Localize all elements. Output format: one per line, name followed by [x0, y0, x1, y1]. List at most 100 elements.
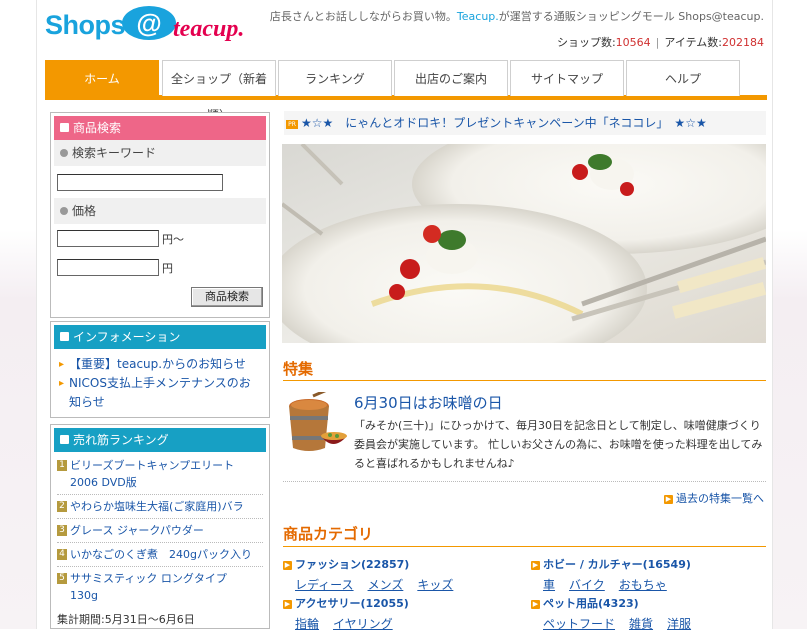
plus-icon [60, 435, 69, 444]
ranking-item[interactable]: 4 いかなごのくぎ煮 240gパック入り [57, 543, 263, 567]
yen-from-label: 円〜 [162, 233, 184, 246]
plus-icon [60, 149, 68, 157]
ranking-period: 集計期間:5月31日〜6月6日 [57, 613, 195, 626]
past-tokushu-link[interactable]: ▶ 過去の特集一覧へ [664, 490, 764, 506]
rank-number-badge: 3 [57, 525, 67, 536]
counts-line: ショップ数:10564 | アイテム数:202184 [557, 34, 764, 50]
ranking-item[interactable]: 5 ササミスティック ロングタイプ 130g [57, 567, 263, 607]
info-item[interactable]: NICOS支払上手メンテナンスのお知らせ [59, 374, 261, 412]
subcategory-link[interactable]: おもちゃ [619, 578, 667, 592]
ranking-item-label: いかなごのくぎ煮 240gパック入り [70, 548, 252, 561]
category-hobby: ▶ ホビー / カルチャー(16549) 車バイク おもちゃ [531, 556, 691, 593]
tagline: 店長さんとお話ししながらお買い物。Teacup.が運営する通販ショッピングモール… [270, 8, 764, 24]
search-box-header: 商品検索 [54, 116, 266, 140]
subcategory-list: レディース メンズ キッズ [283, 576, 467, 593]
item-count-label: アイテム数: [664, 36, 722, 49]
price-label: 価格 [72, 204, 97, 218]
category-pet: ▶ ペット用品(4323) ペットフード 雑貨 洋服 [531, 595, 705, 632]
info-list: 【重要】teacup.からのお知らせ NICOS支払上手メンテナンスのお知らせ [51, 349, 269, 412]
product-search-button[interactable]: 商品検索 [191, 287, 263, 307]
subcategory-list: 指輪 イヤリング [283, 615, 409, 632]
info-item[interactable]: 【重要】teacup.からのお知らせ [59, 355, 261, 374]
tokushu-dotted-divider [283, 481, 766, 482]
tab-all-shops[interactable]: 全ショップ（新着順） [162, 60, 276, 122]
tab-help[interactable]: ヘルプ [626, 60, 740, 96]
logo-shops-text: Shops [45, 10, 126, 40]
count-separator: | [655, 36, 660, 49]
tagline-post: が運営する通販ショッピングモール Shops@teacup. [498, 10, 764, 23]
tab-shop-guide[interactable]: 出店のご案内 [394, 60, 508, 96]
ranking-item-label: ササミスティック ロングタイプ 130g [70, 572, 238, 602]
plus-icon [60, 332, 69, 341]
category-link[interactable]: ホビー / カルチャー(16549) [543, 558, 691, 571]
arrow-right-icon: ▶ [531, 600, 540, 609]
tagline-pre: 店長さんとお話ししながらお買い物。 [269, 10, 457, 23]
arrow-right-icon: ▶ [283, 600, 292, 609]
ranking-box-title: 売れ筋ランキング [73, 433, 169, 447]
ranking-item-label: やわらか塩味生大福(ご家庭用)バラ [70, 500, 244, 513]
shop-count: 10564 [615, 36, 651, 49]
arrow-right-icon: ▶ [531, 561, 540, 570]
rank-number-badge: 5 [57, 573, 67, 584]
price-min-input[interactable] [57, 230, 159, 247]
ranking-item-label: ビリーズブートキャンプエリート 2006 DVD版 [70, 459, 235, 489]
logo-at-mark: @ [122, 6, 176, 40]
subcategory-link[interactable]: キッズ [417, 578, 453, 592]
categories-heading: 商品カテゴリ [283, 525, 374, 543]
ranking-list: 1 ビリーズブートキャンプエリート 2006 DVD版 2 やわらか塩味生大福(ご家… [51, 452, 269, 607]
pr-campaign-link[interactable]: PR ★☆★ にゃんとオドロキ！プレゼントキャンペーン中「ネココレ」 ★☆★ [284, 111, 766, 135]
tab-sitemap[interactable]: サイトマップ [510, 60, 624, 96]
tokushu-description: 「みそか(三十)」にひっかけて、毎月30日を記念日として制定し、味噌健康づくり委… [354, 419, 763, 470]
ranking-item[interactable]: 2 やわらか塩味生大福(ご家庭用)バラ [57, 495, 263, 519]
price-subheader: 価格 [54, 198, 266, 224]
product-search-box: 商品検索 検索キーワード 価格 円〜 円 商品検索 [50, 112, 270, 318]
plus-icon [60, 123, 69, 132]
subcategory-link[interactable]: バイク [569, 578, 605, 592]
keyword-subheader: 検索キーワード [54, 140, 266, 166]
arrow-right-icon: ▶ [283, 561, 292, 570]
category-accessory: ▶ アクセサリー(12055) 指輪 イヤリング [283, 595, 409, 632]
arrow-right-icon: ▶ [664, 495, 673, 504]
info-box: インフォメーション 【重要】teacup.からのお知らせ NICOS支払上手メン… [50, 321, 270, 418]
category-fashion: ▶ ファッション(22857) レディース メンズ キッズ [283, 556, 467, 593]
tab-home[interactable]: ホーム [45, 60, 159, 96]
category-link[interactable]: アクセサリー(12055) [295, 597, 409, 610]
subcategory-link[interactable]: 車 [543, 578, 555, 592]
plus-icon [60, 207, 68, 215]
ranking-item-label: グレース ジャークパウダー [70, 524, 204, 537]
search-box-title: 商品検索 [73, 121, 122, 135]
miso-barrel-icon [283, 388, 349, 458]
rank-number-badge: 4 [57, 549, 67, 560]
main-nav: ホーム 全ショップ（新着順） ランキング 出店のご案内 サイトマップ ヘルプ [45, 60, 767, 122]
category-link[interactable]: ペット用品(4323) [543, 597, 639, 610]
rank-number-badge: 1 [57, 460, 67, 471]
price-max-input[interactable] [57, 259, 159, 276]
tokushu-title-link[interactable]: 6月30日はお味噌の日 [354, 392, 503, 413]
pr-badge-icon: PR [286, 120, 298, 129]
keyword-input[interactable] [57, 174, 223, 191]
subcategory-list: ペットフード 雑貨 洋服 [531, 615, 705, 632]
rank-number-badge: 2 [57, 501, 67, 512]
shops-teacup-logo[interactable]: Shops @ teacup. [45, 6, 265, 46]
info-box-title: インフォメーション [73, 330, 181, 344]
past-tokushu-label: 過去の特集一覧へ [676, 492, 764, 505]
hero-food-photo[interactable] [282, 144, 766, 343]
ranking-box-header: 売れ筋ランキング [54, 428, 266, 452]
food-plates-illustration [282, 144, 766, 343]
ranking-item[interactable]: 1 ビリーズブートキャンプエリート 2006 DVD版 [57, 454, 263, 495]
item-count: 202184 [722, 36, 764, 49]
tagline-brand-link[interactable]: Teacup. [457, 10, 499, 23]
ranking-item[interactable]: 3 グレース ジャークパウダー [57, 519, 263, 543]
page-container: Shops @ teacup. 店長さんとお話ししながらお買い物。Teacup.… [36, 0, 773, 632]
tab-ranking[interactable]: ランキング [278, 60, 392, 96]
ranking-box: 売れ筋ランキング 1 ビリーズブートキャンプエリート 2006 DVD版 2 やわら… [50, 424, 270, 629]
subcategory-link[interactable]: メンズ [368, 578, 404, 592]
category-link[interactable]: ファッション(22857) [295, 558, 409, 571]
logo-teacup-text: teacup. [173, 16, 245, 42]
subcategory-link[interactable]: レディース [295, 578, 354, 592]
subcategory-list: 車バイク おもちゃ [531, 576, 691, 593]
pr-text: ★☆★ にゃんとオドロキ！プレゼントキャンペーン中「ネココレ」 ★☆★ [301, 116, 707, 130]
yen-label: 円 [162, 262, 173, 275]
info-box-header: インフォメーション [54, 325, 266, 349]
keyword-label: 検索キーワード [72, 146, 157, 160]
